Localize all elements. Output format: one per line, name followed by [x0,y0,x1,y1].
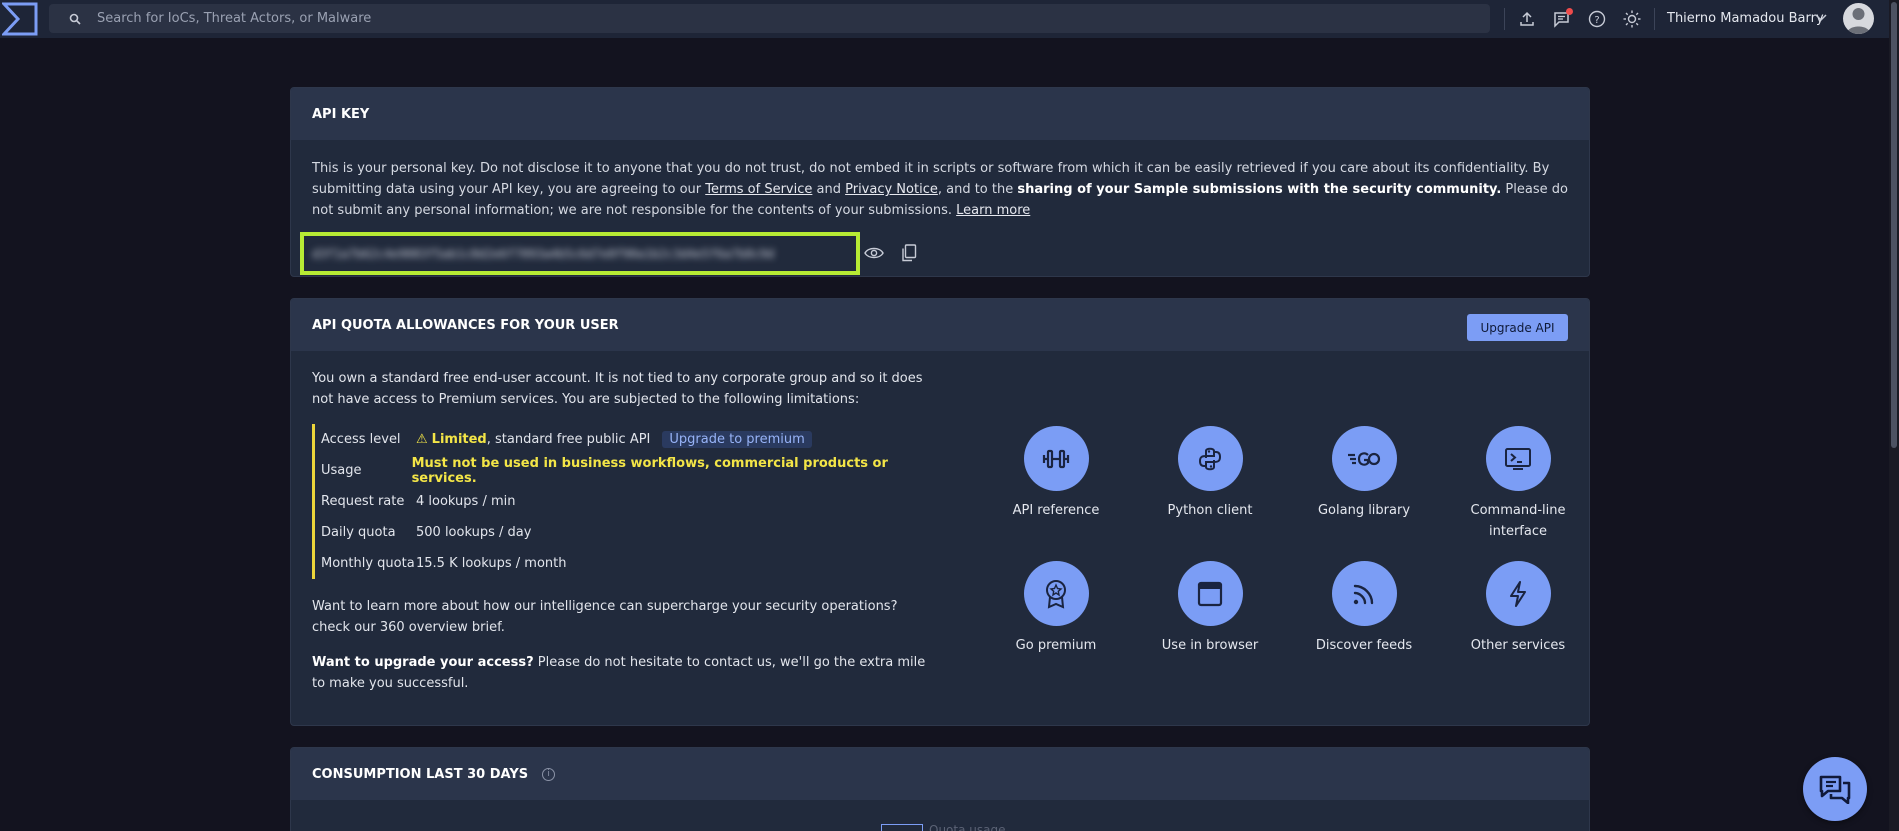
quota-usage-legend-swatch [881,824,923,831]
limit-row-access-level: Access level ⚠ Limited , standard free p… [321,424,932,455]
info-icon[interactable]: i [542,767,556,781]
search-bar [49,4,1490,33]
upgrade-to-premium-link[interactable]: Upgrade to premium [662,431,812,448]
search-input[interactable] [97,11,1397,26]
command-line-interface-tile[interactable]: Command-line interface [1441,426,1589,542]
upload-icon[interactable] [1516,8,1538,30]
warning-icon: ⚠ [416,432,428,447]
limits-table: Access level ⚠ Limited , standard free p… [312,424,932,579]
search-icon [69,13,83,25]
learn-more-link[interactable]: Learn more [956,203,1030,218]
limit-row-usage: Usage Must not be used in business workf… [321,455,888,486]
consumption-title: CONSUMPTION LAST 30 DAYS [312,766,529,782]
avatar[interactable] [1843,3,1874,34]
api-key-description: This is your personal key. Do not disclo… [312,161,1568,218]
svg-text:?: ? [1594,15,1599,26]
divider [1504,8,1505,30]
terminal-icon [1485,426,1551,491]
api-key-value: d3f1a7b62c4e9083f5ab1c8d2e6f7093a4b5c6d7… [312,246,775,261]
upgrade-paragraph: Want to upgrade your access? Please do n… [312,655,926,691]
other-services-tile[interactable]: Other services [1441,561,1589,656]
discover-feeds-tile[interactable]: Discover feeds [1287,561,1441,656]
limit-row-monthly-quota: Monthly quota 15.5 K lookups / month [321,556,567,571]
api-quota-title-text: API QUOTA ALLOWANCES FOR YOUR USER [312,317,619,333]
dumbbell-icon [1023,426,1089,491]
top-bar: ? Thierno Mamadou Barry [0,0,1889,38]
golang-library-tile[interactable]: Golang library [1287,426,1441,521]
page-scrollbar[interactable] [1889,0,1899,831]
help-icon[interactable]: ? [1586,8,1608,30]
support-chat-button[interactable] [1803,757,1867,821]
divider [1654,8,1655,30]
copy-key-icon[interactable] [897,241,921,265]
api-key-card: API KEY This is your personal key. Do no… [290,87,1590,277]
api-reference-tile[interactable]: API reference [979,426,1133,521]
api-quota-title: API QUOTA ALLOWANCES FOR YOUR USER Upgra… [291,299,1589,351]
limit-row-daily-quota: Daily quota 500 lookups / day [321,525,532,540]
consumption-card: CONSUMPTION LAST 30 DAYS i Quota usage [290,747,1590,831]
theme-toggle-icon[interactable] [1621,8,1643,30]
scrollbar-thumb[interactable] [1891,2,1897,448]
use-in-browser-tile[interactable]: Use in browser [1133,561,1287,656]
golang-icon [1331,426,1397,491]
virustotal-logo-icon[interactable] [0,0,40,38]
upgrade-api-button[interactable]: Upgrade API [1467,314,1568,341]
show-key-eye-icon[interactable] [862,241,886,265]
chevron-down-icon[interactable] [1815,12,1827,27]
chat-bubble-icon [1819,775,1851,804]
account-intro: You own a standard free end-user account… [312,371,923,407]
notification-dot [1566,8,1573,15]
rss-icon [1331,561,1397,626]
browser-icon [1177,561,1243,626]
learn-more-paragraph: Want to learn more about how our intelli… [312,599,898,635]
api-quota-card: API QUOTA ALLOWANCES FOR YOUR USER Upgra… [290,298,1590,726]
privacy-notice-link[interactable]: Privacy Notice [845,182,938,197]
lightning-icon [1485,561,1551,626]
limit-row-request-rate: Request rate 4 lookups / min [321,494,516,509]
quota-details: You own a standard free end-user account… [312,368,932,694]
api-key-title: API KEY [291,88,1589,140]
user-name[interactable]: Thierno Mamadou Barry [1667,11,1824,26]
consumption-header: CONSUMPTION LAST 30 DAYS i [291,748,1589,800]
api-key-field[interactable]: d3f1a7b62c4e9083f5ab1c8d2e6f7093a4b5c6d7… [300,232,860,275]
python-client-tile[interactable]: Python client [1133,426,1287,521]
chat-notifications-icon[interactable] [1551,8,1573,30]
python-icon [1177,426,1243,491]
award-icon [1023,561,1089,626]
go-premium-tile[interactable]: Go premium [979,561,1133,656]
terms-of-service-link[interactable]: Terms of Service [705,182,812,197]
quota-usage-legend: Quota usage [929,823,1006,831]
